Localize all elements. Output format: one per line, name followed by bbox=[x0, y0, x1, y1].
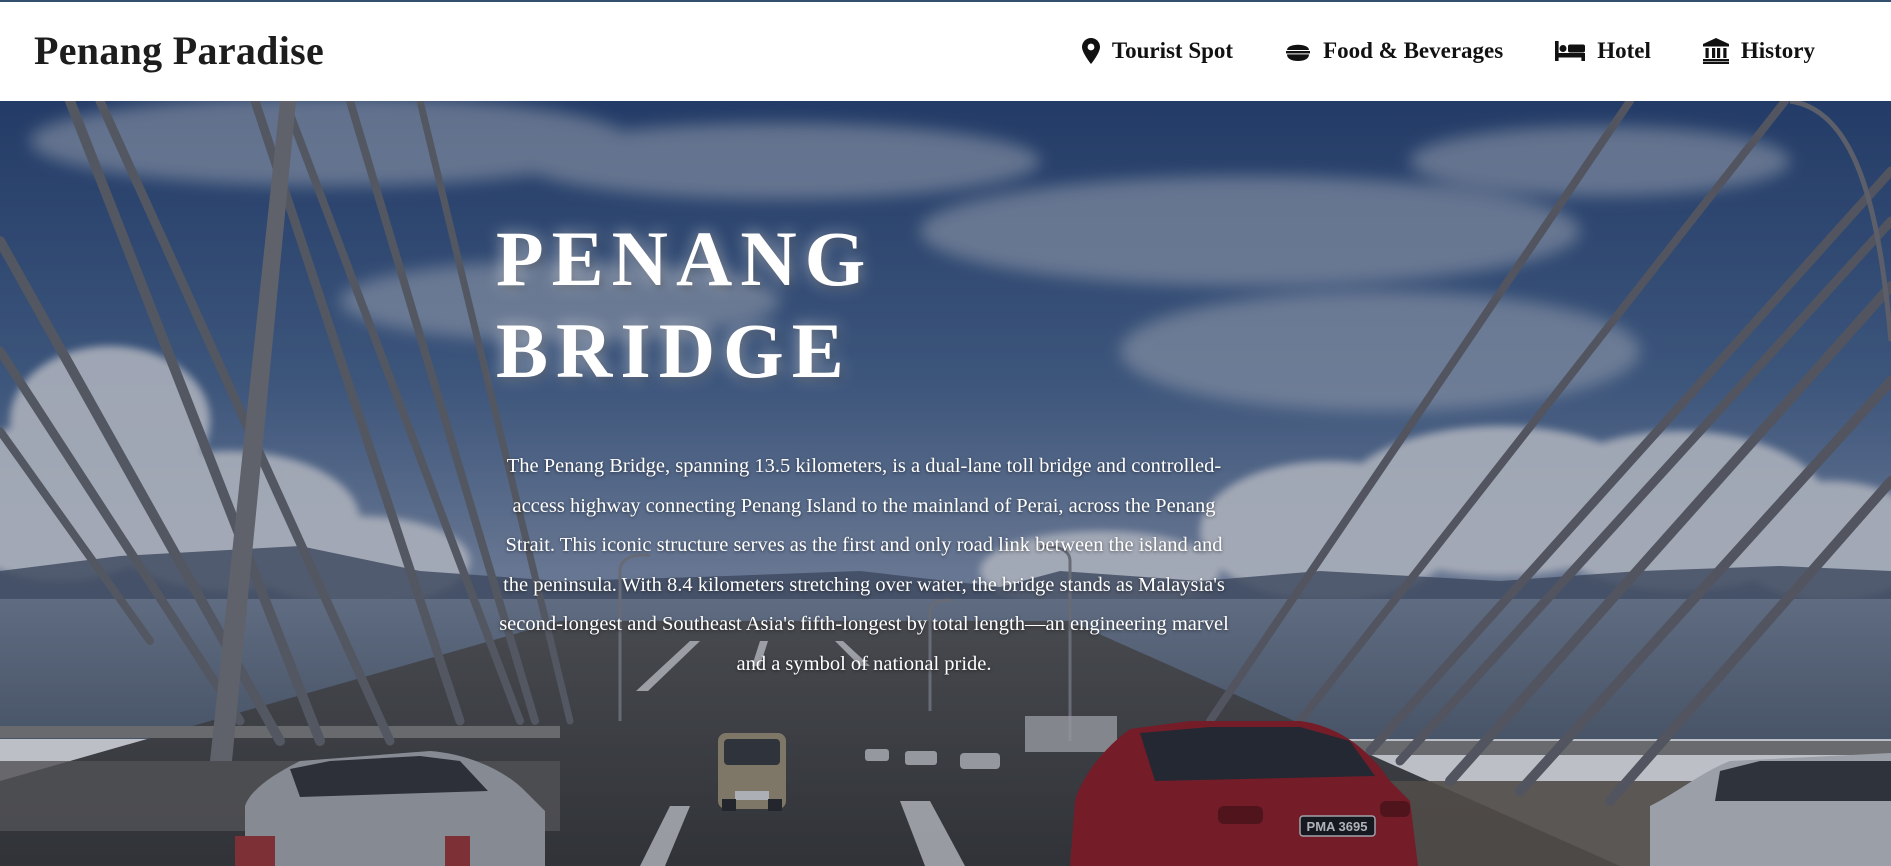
hero-title: PENANG BRIDGE bbox=[496, 213, 873, 397]
bowl-icon bbox=[1285, 40, 1311, 62]
bed-icon bbox=[1555, 40, 1586, 62]
nav-item-history[interactable]: History bbox=[1702, 38, 1815, 64]
nav-item-hotel[interactable]: Hotel bbox=[1555, 38, 1651, 64]
landmark-icon bbox=[1702, 38, 1729, 64]
nav-item-label: Hotel bbox=[1597, 38, 1651, 63]
site-brand[interactable]: Penang Paradise bbox=[34, 27, 324, 74]
hero-title-line-2: BRIDGE bbox=[496, 307, 852, 394]
nav-item-label: Tourist Spot bbox=[1111, 38, 1234, 63]
hero-section: PMA 3695 PENANG BRIDGE The Penang Bridge… bbox=[0, 101, 1891, 866]
main-nav: Tourist Spot Food & Beverages Hotel Hist… bbox=[1081, 38, 1815, 64]
hero-description: The Penang Bridge, spanning 13.5 kilomet… bbox=[499, 455, 1229, 675]
nav-item-tourist-spot[interactable]: Tourist Spot bbox=[1081, 38, 1234, 64]
nav-item-label: Food & Beverages bbox=[1323, 38, 1504, 63]
nav-item-label: History bbox=[1740, 38, 1815, 63]
map-pin-icon bbox=[1081, 38, 1100, 64]
nav-item-food-beverages[interactable]: Food & Beverages bbox=[1285, 38, 1503, 64]
hero-title-line-1: PENANG bbox=[496, 215, 874, 302]
site-header: Penang Paradise Tourist Spot Food & Beve… bbox=[0, 2, 1891, 101]
